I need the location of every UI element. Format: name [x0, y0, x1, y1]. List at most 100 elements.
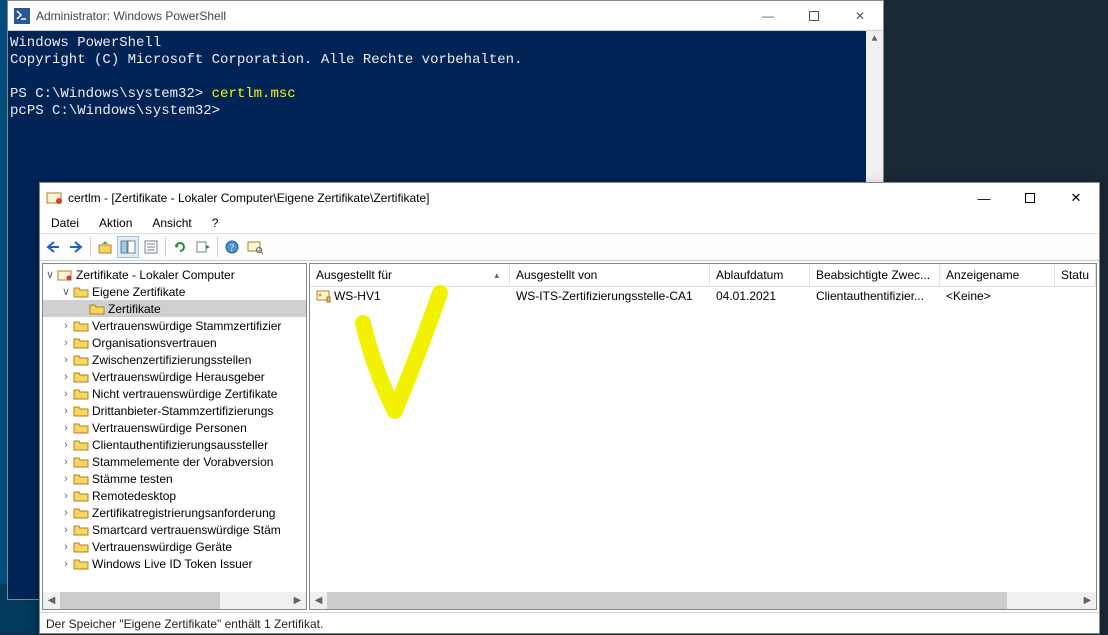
maximize-button[interactable]	[1007, 183, 1053, 213]
close-button[interactable]: ✕	[837, 1, 883, 31]
expand-icon[interactable]: ›	[59, 337, 73, 349]
tree-item[interactable]: ›Remotedesktop	[43, 487, 306, 504]
menu-action[interactable]: Aktion	[91, 214, 140, 232]
column-status[interactable]: Statu	[1055, 264, 1096, 287]
tree-item[interactable]: ›Organisationsvertrauen	[43, 334, 306, 351]
certlm-titlebar[interactable]: certlm - [Zertifikate - Lokaler Computer…	[40, 183, 1099, 213]
folder-icon	[73, 421, 89, 435]
menu-view[interactable]: Ansicht	[144, 214, 199, 232]
tree-item[interactable]: ›Stammelemente der Vorabversion	[43, 453, 306, 470]
powershell-titlebar[interactable]: Administrator: Windows PowerShell — ✕	[8, 1, 883, 31]
expand-icon[interactable]: ›	[59, 354, 73, 366]
status-text: Der Speicher "Eigene Zertifikate" enthäl…	[46, 617, 323, 631]
cert-mmc-icon	[46, 190, 62, 206]
up-button[interactable]	[94, 236, 116, 258]
expand-icon[interactable]: ›	[59, 439, 73, 451]
scroll-up-icon[interactable]: ▲	[866, 31, 883, 48]
scroll-right-icon[interactable]: ▶	[289, 592, 306, 609]
scroll-right-icon[interactable]: ▶	[1079, 592, 1096, 609]
column-friendly[interactable]: Anzeigename	[940, 264, 1055, 287]
expand-icon[interactable]: ›	[59, 422, 73, 434]
console-line: PS C:\Windows\system32> certlm.msc	[10, 86, 881, 103]
scroll-thumb[interactable]	[60, 592, 220, 609]
column-issued-by[interactable]: Ausgestellt von	[510, 264, 710, 287]
tree-item[interactable]: ›Vertrauenswürdige Stammzertifizier	[43, 317, 306, 334]
expand-icon[interactable]: ›	[59, 507, 73, 519]
tree-item[interactable]: ›Stämme testen	[43, 470, 306, 487]
expand-icon[interactable]: ›	[59, 473, 73, 485]
scrollbar-horizontal[interactable]: ◀ ▶	[43, 592, 306, 609]
tree-item[interactable]: ›Smartcard vertrauenswürdige Stäm	[43, 521, 306, 538]
folder-icon	[73, 472, 89, 486]
expand-icon[interactable]: ›	[59, 371, 73, 383]
forward-button[interactable]	[65, 236, 87, 258]
scroll-left-icon[interactable]: ◀	[310, 592, 327, 609]
maximize-button[interactable]	[791, 1, 837, 31]
console-line	[10, 69, 881, 86]
folder-icon	[73, 336, 89, 350]
cell-friendly: <Keine>	[940, 289, 1055, 303]
tree-root[interactable]: ∨ Zertifikate - Lokaler Computer	[43, 266, 306, 283]
folder-icon	[89, 302, 105, 316]
folder-icon	[73, 285, 89, 299]
tree-item[interactable]: ›Nicht vertrauenswürdige Zertifikate	[43, 385, 306, 402]
certificate-tree: ∨ Zertifikate - Lokaler Computer ∨ Eigen…	[43, 264, 306, 574]
menu-file[interactable]: Datei	[43, 214, 87, 232]
tree-certificates-selected[interactable]: Zertifikate	[43, 300, 306, 317]
show-tree-button[interactable]	[117, 236, 139, 258]
folder-icon	[73, 404, 89, 418]
cell-expiry: 04.01.2021	[710, 289, 810, 303]
scrollbar-horizontal[interactable]: ◀ ▶	[310, 592, 1096, 609]
tree-pane: ∨ Zertifikate - Lokaler Computer ∨ Eigen…	[42, 263, 307, 610]
tree-item[interactable]: ›Zertifikatregistrierungsanforderung	[43, 504, 306, 521]
expand-icon[interactable]: ›	[59, 558, 73, 570]
minimize-button[interactable]: —	[745, 1, 791, 31]
cell-issued-to: WS-HV1	[334, 289, 381, 303]
refresh-button[interactable]	[169, 236, 191, 258]
collapse-icon[interactable]: ∨	[59, 285, 73, 298]
expand-icon[interactable]: ›	[59, 541, 73, 553]
tree-item[interactable]: ›Zwischenzertifizierungsstellen	[43, 351, 306, 368]
tree-item[interactable]: ›Vertrauenswürdige Personen	[43, 419, 306, 436]
tree-item[interactable]: ›Windows Live ID Token Issuer	[43, 555, 306, 572]
expand-icon[interactable]: ›	[59, 456, 73, 468]
folder-icon	[73, 353, 89, 367]
expand-icon[interactable]: ›	[59, 388, 73, 400]
powershell-title: Administrator: Windows PowerShell	[36, 9, 226, 23]
tree-item[interactable]: ›Vertrauenswürdige Geräte	[43, 538, 306, 555]
expand-icon[interactable]: ›	[59, 524, 73, 536]
expand-icon[interactable]: ›	[59, 320, 73, 332]
folder-icon	[73, 370, 89, 384]
tree-item[interactable]: ›Clientauthentifizierungsaussteller	[43, 436, 306, 453]
export-button[interactable]	[192, 236, 214, 258]
tree-item[interactable]: ›Vertrauenswürdige Herausgeber	[43, 368, 306, 385]
status-bar: Der Speicher "Eigene Zertifikate" enthäl…	[40, 613, 1099, 635]
menu-help[interactable]: ?	[204, 214, 227, 232]
certificate-row[interactable]: WS-HV1 WS-ITS-Zertifizierungsstelle-CA1 …	[310, 287, 1096, 305]
expand-icon[interactable]: ›	[59, 405, 73, 417]
column-issued-to[interactable]: Ausgestellt für ▴	[310, 264, 510, 287]
svg-text:?: ?	[230, 243, 235, 254]
sort-asc-icon: ▴	[494, 270, 503, 281]
column-purpose[interactable]: Beabsichtigte Zwec...	[810, 264, 940, 287]
folder-icon	[73, 438, 89, 452]
column-expiry[interactable]: Ablaufdatum	[710, 264, 810, 287]
folder-icon	[73, 523, 89, 537]
help-button[interactable]: ?	[221, 236, 243, 258]
tree-item[interactable]: ›Drittanbieter-Stammzertifizierungs	[43, 402, 306, 419]
close-button[interactable]: ✕	[1053, 183, 1099, 213]
collapse-icon[interactable]: ∨	[43, 268, 57, 281]
minimize-button[interactable]: —	[961, 183, 1007, 213]
folder-icon	[73, 387, 89, 401]
scroll-thumb[interactable]	[327, 592, 1007, 609]
find-cert-button[interactable]	[244, 236, 266, 258]
scroll-left-icon[interactable]: ◀	[43, 592, 60, 609]
expand-icon[interactable]: ›	[59, 490, 73, 502]
properties-button[interactable]	[140, 236, 162, 258]
toolbar: ?	[40, 233, 1099, 261]
menu-bar: Datei Aktion Ansicht ?	[40, 213, 1099, 233]
console-line: Copyright (C) Microsoft Corporation. All…	[10, 52, 881, 69]
back-button[interactable]	[42, 236, 64, 258]
tree-own-certs[interactable]: ∨ Eigene Zertifikate	[43, 283, 306, 300]
certificate-list-pane: Ausgestellt für ▴ Ausgestellt von Ablauf…	[309, 263, 1097, 610]
